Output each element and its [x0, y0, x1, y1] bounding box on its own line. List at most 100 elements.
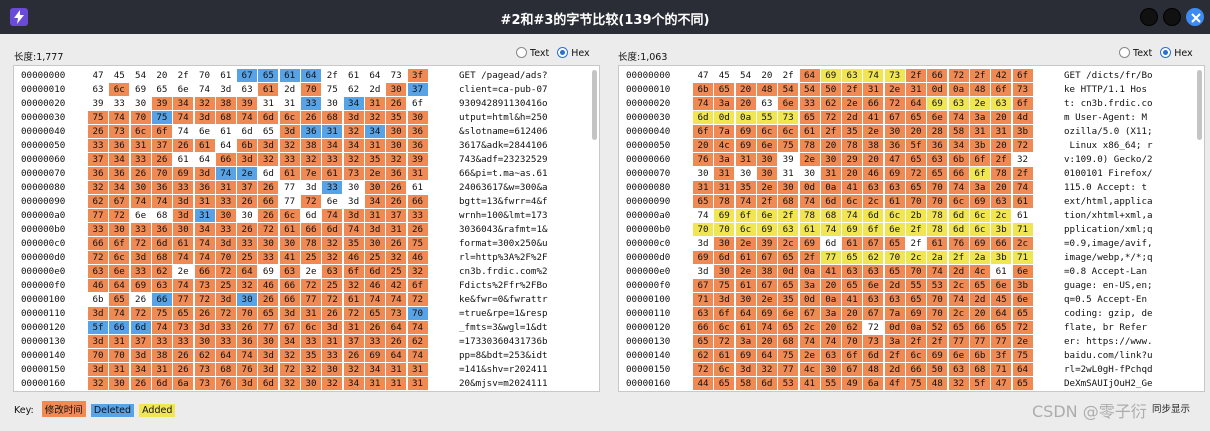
- hex-byte[interactable]: 33: [130, 153, 151, 166]
- hex-byte[interactable]: 65: [884, 237, 905, 250]
- hex-byte[interactable]: 6c: [948, 195, 969, 208]
- hex-byte[interactable]: 75: [778, 349, 799, 362]
- hex-byte[interactable]: 66: [279, 293, 300, 306]
- hex-byte[interactable]: 77: [258, 321, 279, 334]
- hex-byte[interactable]: 62: [194, 349, 215, 362]
- hex-byte[interactable]: 26: [386, 181, 407, 194]
- hex-byte[interactable]: 74: [215, 167, 236, 180]
- hex-byte[interactable]: 74: [820, 223, 841, 236]
- hex-byte[interactable]: 30: [778, 181, 799, 194]
- hex-byte[interactable]: 2f: [173, 69, 193, 82]
- hex-byte[interactable]: 72: [215, 265, 236, 278]
- hex-byte[interactable]: 35: [386, 111, 407, 124]
- hex-byte[interactable]: 3d: [173, 209, 194, 222]
- hex-byte[interactable]: 30: [237, 293, 258, 306]
- hex-byte[interactable]: 77: [280, 195, 300, 208]
- hex-byte[interactable]: 72: [215, 307, 236, 320]
- hex-byte[interactable]: 3d: [693, 237, 713, 250]
- hex-byte[interactable]: 63: [88, 83, 108, 96]
- hex-byte[interactable]: 30: [820, 363, 841, 376]
- hex-byte[interactable]: 33: [215, 195, 236, 208]
- hex-byte[interactable]: 2e: [756, 181, 777, 194]
- hex-byte[interactable]: 31: [364, 97, 385, 110]
- hex-byte[interactable]: 0d: [778, 265, 799, 278]
- hex-byte[interactable]: 6c: [735, 223, 756, 236]
- hex-byte[interactable]: 32: [194, 97, 215, 110]
- hex-byte[interactable]: 6a: [863, 377, 884, 390]
- hex-byte[interactable]: 6c: [842, 195, 863, 208]
- hex-byte[interactable]: 33: [301, 97, 321, 110]
- hex-byte[interactable]: 30: [279, 237, 300, 250]
- hex-byte[interactable]: 65: [258, 125, 278, 138]
- hex-byte[interactable]: 67: [237, 69, 258, 82]
- hex-byte[interactable]: 3d: [88, 363, 108, 376]
- hex-byte[interactable]: 2f: [969, 69, 990, 82]
- hex-byte[interactable]: 74: [109, 307, 130, 320]
- hex-byte[interactable]: 32: [301, 363, 321, 376]
- hex-byte[interactable]: 6c: [109, 251, 130, 264]
- hex-byte[interactable]: 6b: [88, 293, 108, 306]
- hex-byte[interactable]: 70: [927, 181, 948, 194]
- hex-byte[interactable]: 6e: [1012, 265, 1033, 278]
- hex-byte[interactable]: 73: [884, 69, 905, 82]
- left-text-radio[interactable]: Text: [516, 47, 549, 59]
- hex-byte[interactable]: 32: [948, 377, 969, 390]
- hex-byte[interactable]: 3a: [714, 97, 735, 110]
- right-hex-panel[interactable]: 00000000 47 45 54 20 2f 64 69 63 74 73 2f 66 72 2f 42 6f…: [618, 65, 1205, 392]
- hex-byte[interactable]: 6d: [130, 321, 151, 334]
- hex-byte[interactable]: 7e: [301, 167, 321, 180]
- hex-byte[interactable]: 74: [842, 209, 863, 222]
- hex-byte[interactable]: 61: [408, 181, 428, 194]
- hex-byte[interactable]: 6c: [109, 83, 130, 96]
- hex-byte[interactable]: 77: [948, 335, 969, 348]
- hex-byte[interactable]: 38: [301, 139, 321, 152]
- hex-byte[interactable]: 61: [991, 265, 1011, 278]
- hex-byte[interactable]: 2e: [735, 237, 756, 250]
- hex-byte[interactable]: 64: [906, 97, 926, 110]
- hex-byte[interactable]: 74: [109, 111, 130, 124]
- hex-byte[interactable]: 65: [173, 307, 194, 320]
- hex-byte[interactable]: 6c: [969, 209, 990, 222]
- hex-byte[interactable]: 2b: [906, 209, 926, 222]
- hex-byte[interactable]: 66: [863, 97, 884, 110]
- hex-byte[interactable]: 69: [927, 349, 948, 362]
- hex-byte[interactable]: 41: [279, 251, 300, 264]
- hex-byte[interactable]: 74: [756, 321, 777, 334]
- hex-byte[interactable]: 36: [407, 125, 428, 138]
- hex-byte[interactable]: 38: [863, 139, 884, 152]
- hex-byte[interactable]: 61: [216, 125, 236, 138]
- hex-byte[interactable]: 6e: [131, 209, 151, 222]
- hex-byte[interactable]: 37: [151, 139, 172, 152]
- hex-byte[interactable]: 74: [194, 237, 215, 250]
- hex-byte[interactable]: 63: [927, 153, 948, 166]
- hex-byte[interactable]: 3d: [130, 349, 151, 362]
- hex-byte[interactable]: 32: [343, 125, 364, 138]
- hex-byte[interactable]: 63: [237, 83, 257, 96]
- hex-byte[interactable]: 75: [714, 279, 735, 292]
- hex-byte[interactable]: 2d: [884, 279, 905, 292]
- hex-byte[interactable]: 74: [693, 97, 713, 110]
- hex-byte[interactable]: 3b: [1012, 125, 1033, 138]
- hex-byte[interactable]: 69: [173, 167, 194, 180]
- hex-byte[interactable]: 68: [778, 335, 799, 348]
- hex-byte[interactable]: 6e: [884, 223, 905, 236]
- hex-byte[interactable]: 31: [322, 125, 343, 138]
- hex-byte[interactable]: 49: [842, 377, 863, 390]
- hex-byte[interactable]: 31: [194, 209, 215, 222]
- hex-byte[interactable]: 67: [109, 195, 130, 208]
- hex-byte[interactable]: 70: [906, 195, 926, 208]
- hex-byte[interactable]: 69: [735, 139, 756, 152]
- hex-byte[interactable]: 33: [322, 181, 343, 194]
- hex-byte[interactable]: 67: [693, 279, 713, 292]
- hex-byte[interactable]: 26: [386, 335, 407, 348]
- hex-byte[interactable]: 20: [735, 83, 756, 96]
- hex-byte[interactable]: 67: [799, 307, 820, 320]
- hex-byte[interactable]: 31: [407, 377, 428, 390]
- hex-byte[interactable]: 63: [948, 363, 969, 376]
- hex-byte[interactable]: 3d: [693, 265, 713, 278]
- hex-byte[interactable]: 71: [991, 363, 1012, 376]
- hex-byte[interactable]: 69: [756, 223, 777, 236]
- hex-byte[interactable]: 26: [130, 377, 151, 390]
- hex-byte[interactable]: 70: [195, 69, 215, 82]
- hex-byte[interactable]: 6d: [714, 251, 735, 264]
